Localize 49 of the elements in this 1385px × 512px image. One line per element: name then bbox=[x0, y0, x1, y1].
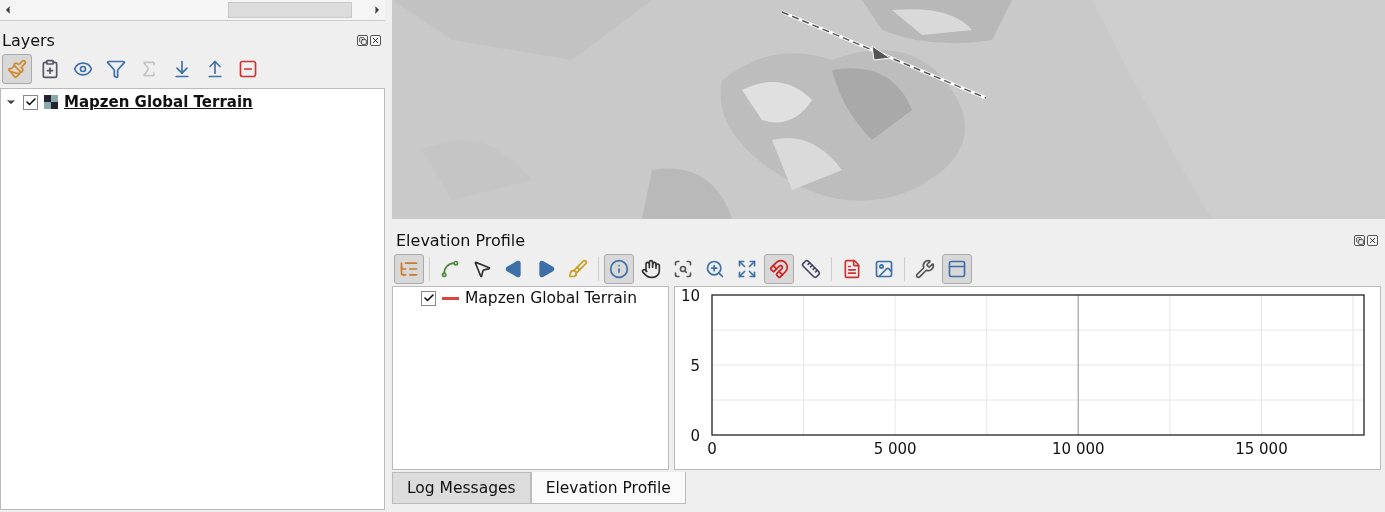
scroll-thumb[interactable] bbox=[228, 2, 352, 18]
paintbrush-icon bbox=[7, 59, 27, 79]
horizontal-scrollbar[interactable] bbox=[0, 0, 385, 21]
document-icon bbox=[842, 259, 862, 279]
close-icon bbox=[1368, 236, 1377, 245]
wrench-icon bbox=[915, 259, 935, 279]
ruler-icon bbox=[801, 259, 821, 279]
eye-icon bbox=[73, 59, 93, 79]
zoom-search-icon bbox=[673, 259, 693, 279]
y-tick-label: 10 bbox=[680, 287, 700, 305]
zoom-in-icon bbox=[705, 259, 725, 279]
triangle-right-icon bbox=[536, 259, 556, 279]
magnet-icon bbox=[769, 259, 789, 279]
list-tree-icon bbox=[399, 259, 419, 279]
panel-icon bbox=[947, 259, 967, 279]
y-tick-label: 0 bbox=[690, 427, 700, 445]
close-button[interactable] bbox=[370, 35, 381, 46]
image-icon bbox=[874, 259, 894, 279]
x-tick-label: 10 000 bbox=[1052, 440, 1105, 458]
arrow-down-icon bbox=[172, 59, 192, 79]
float-icon bbox=[1355, 236, 1364, 245]
clipboard-plus-icon bbox=[40, 59, 60, 79]
layer-name[interactable]: Mapzen Global Terrain bbox=[64, 93, 253, 111]
pointer-icon bbox=[472, 259, 492, 279]
float-icon bbox=[358, 36, 367, 45]
x-tick-label: 0 bbox=[707, 440, 717, 458]
arrow-up-icon bbox=[205, 59, 225, 79]
layer-name[interactable]: Mapzen Global Terrain bbox=[465, 289, 637, 307]
filter-icon bbox=[106, 59, 126, 79]
raster-icon bbox=[44, 95, 58, 109]
expand-icon bbox=[737, 259, 757, 279]
info-icon bbox=[609, 259, 629, 279]
square-minus-icon bbox=[238, 59, 258, 79]
panel-title: Layers bbox=[2, 31, 55, 50]
x-tick-label: 15 000 bbox=[1235, 440, 1288, 458]
tab[interactable]: Log Messages bbox=[392, 472, 531, 504]
y-tick-label: 5 bbox=[690, 357, 700, 375]
float-button[interactable] bbox=[357, 35, 368, 46]
panel-title: Elevation Profile bbox=[396, 231, 526, 250]
hand-icon bbox=[641, 259, 661, 279]
checkbox[interactable] bbox=[421, 290, 436, 306]
float-button[interactable] bbox=[1354, 235, 1365, 246]
x-tick-label: 5 000 bbox=[873, 440, 917, 458]
tab[interactable]: Elevation Profile bbox=[530, 472, 686, 504]
close-icon bbox=[371, 36, 380, 45]
triangle-left-icon bbox=[504, 259, 524, 279]
checkbox[interactable] bbox=[23, 94, 38, 110]
close-button[interactable] bbox=[1367, 235, 1378, 246]
vertex-icon bbox=[440, 259, 460, 279]
